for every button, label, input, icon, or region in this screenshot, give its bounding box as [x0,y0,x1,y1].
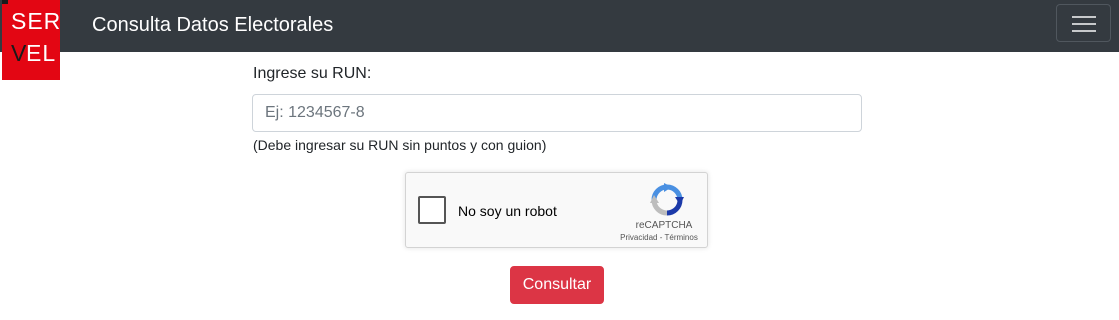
recaptcha-checkbox[interactable] [418,196,446,224]
page-title[interactable]: Consulta Datos Electorales [92,12,333,38]
recaptcha-widget: No soy un robot reCAPTCHA Privacidad - T… [405,172,708,248]
recaptcha-links: Privacidad - Términos [606,233,712,243]
hamburger-menu-icon-bar [1072,30,1096,32]
terms-link[interactable]: Términos [664,233,697,242]
recaptcha-brand: reCAPTCHA [635,220,693,231]
recaptcha-logo-icon [650,183,684,216]
logo-text-v: V [11,40,27,66]
logo-text-el: EL [26,40,57,66]
privacy-link[interactable]: Privacidad [620,233,657,242]
run-label: Ingrese su RUN: [253,65,372,82]
recaptcha-label: No soy un robot [458,203,557,219]
logo-accent [2,0,8,4]
logo-text-line1: SER [11,8,60,34]
run-input[interactable] [252,94,862,132]
top-navbar: Consulta Datos Electorales [0,0,1119,52]
run-help-text: (Debe ingresar su RUN sin puntos y con g… [253,137,547,153]
hamburger-menu-icon-bar [1072,23,1096,25]
servel-logo[interactable]: SER V EL [2,0,60,80]
hamburger-menu-icon [1072,16,1096,18]
menu-toggle-button[interactable] [1056,4,1111,42]
consultar-button[interactable]: Consultar [510,266,604,304]
